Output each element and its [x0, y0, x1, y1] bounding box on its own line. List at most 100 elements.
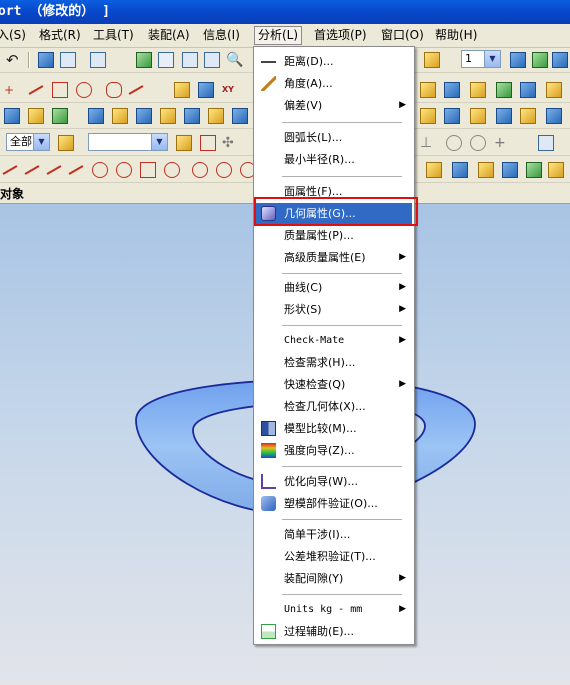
- menu-item-simple-interference[interactable]: 简单干涉(I)...: [256, 524, 412, 545]
- edge-icon[interactable]: [496, 82, 512, 98]
- menu-item-check-requirements[interactable]: 检查需求(H)...: [256, 352, 412, 373]
- menu-window[interactable]: 窗口(O): [378, 27, 427, 44]
- block-icon[interactable]: [4, 108, 20, 124]
- split-body-icon[interactable]: [520, 108, 536, 124]
- menu-item-min-radius[interactable]: 最小半径(R)...: [256, 149, 412, 170]
- layer-move-icon[interactable]: [552, 52, 568, 68]
- translucency-icon[interactable]: [548, 162, 564, 178]
- menu-item-deviation[interactable]: 偏差(V) ▶: [256, 95, 412, 116]
- feature-icon[interactable]: [420, 82, 436, 98]
- arc-icon[interactable]: [2, 165, 18, 175]
- coordinate-icon[interactable]: XY: [222, 82, 238, 98]
- shaded-icon[interactable]: [452, 162, 468, 178]
- snap-icon[interactable]: [424, 52, 440, 68]
- sketch-icon[interactable]: [174, 82, 190, 98]
- end-point-icon[interactable]: [164, 162, 180, 178]
- face-icon[interactable]: [470, 82, 486, 98]
- bridge-curve-icon[interactable]: [68, 165, 84, 175]
- menu-item-arc-length[interactable]: 圆弧长(L)...: [256, 127, 412, 148]
- shell-icon[interactable]: [520, 82, 536, 98]
- ellipse-icon[interactable]: [106, 82, 122, 98]
- menu-item-geometry-properties[interactable]: 几何属性(G)...: [256, 203, 412, 224]
- cone-icon[interactable]: [52, 108, 68, 124]
- menu-item-angle[interactable]: 角度(A)...: [256, 73, 412, 94]
- menu-item-mass-properties[interactable]: 质量属性(P)...: [256, 225, 412, 246]
- quadrant-point-icon[interactable]: [470, 135, 486, 151]
- view-triad-icon[interactable]: [538, 135, 554, 151]
- zoom-window-icon[interactable]: [182, 52, 198, 68]
- point-on-face-icon[interactable]: [116, 162, 132, 178]
- undo-icon[interactable]: ↶: [6, 52, 22, 68]
- sphere-icon[interactable]: [88, 108, 104, 124]
- menu-item-process-assist[interactable]: 过程辅助(E)...: [256, 621, 412, 642]
- sew-icon[interactable]: [546, 108, 562, 124]
- slot-icon[interactable]: [208, 108, 224, 124]
- circle-icon[interactable]: [76, 82, 92, 98]
- snap-point-icon[interactable]: [200, 135, 216, 151]
- pocket-icon[interactable]: [160, 108, 176, 124]
- body-icon[interactable]: [444, 82, 460, 98]
- menu-item-assembly-clearance[interactable]: 装配间隙(Y) ▶: [256, 568, 412, 589]
- menu-item-tolerance-stack[interactable]: 公差堆积验证(T)...: [256, 546, 412, 567]
- offset-curve-icon[interactable]: [46, 165, 62, 175]
- trim-body-icon[interactable]: [496, 108, 512, 124]
- selection-icon[interactable]: [90, 52, 106, 68]
- menu-preferences[interactable]: 首选项(P): [311, 27, 370, 44]
- menu-item-strength-wizard[interactable]: 强度向导(Z)...: [256, 440, 412, 461]
- menu-item-quick-check[interactable]: 快速检查(Q) ▶: [256, 374, 412, 395]
- point-on-curve-icon[interactable]: [92, 162, 108, 178]
- menu-tools[interactable]: 工具(T): [90, 27, 137, 44]
- groove-icon[interactable]: [232, 108, 248, 124]
- wireframe-icon[interactable]: [478, 162, 494, 178]
- menu-item-advanced-mass-properties[interactable]: 高级质量属性(E) ▶: [256, 247, 412, 268]
- menu-item-check-mate[interactable]: Check-Mate ▶: [256, 330, 412, 351]
- cross-icon[interactable]: ✣: [222, 135, 238, 151]
- copy-icon[interactable]: [38, 52, 54, 68]
- trim-icon[interactable]: [128, 85, 144, 95]
- intersection-point-icon[interactable]: +: [494, 135, 510, 151]
- blend-icon[interactable]: [546, 82, 562, 98]
- menu-item-model-compare[interactable]: 模型比较(M)...: [256, 418, 412, 439]
- hole-icon[interactable]: [112, 108, 128, 124]
- layer-settings-icon[interactable]: [510, 52, 526, 68]
- refresh-icon[interactable]: [136, 52, 152, 68]
- menu-item-examine-geometry[interactable]: 检查几何体(X)...: [256, 396, 412, 417]
- intersect-icon[interactable]: [470, 108, 486, 124]
- menu-assembly[interactable]: 装配(A): [145, 27, 193, 44]
- cylinder-icon[interactable]: [28, 108, 44, 124]
- fit-icon[interactable]: [158, 52, 174, 68]
- menu-item-distance[interactable]: 距离(D)...: [256, 51, 412, 72]
- menu-info[interactable]: 信息(I): [200, 27, 243, 44]
- menu-help[interactable]: 帮助(H): [432, 27, 480, 44]
- menu-item-face-properties[interactable]: 面属性(F)...: [256, 181, 412, 202]
- subtract-icon[interactable]: [444, 108, 460, 124]
- layer-visible-icon[interactable]: [532, 52, 548, 68]
- menu-analysis[interactable]: 分析(L): [254, 26, 303, 45]
- menu-item-shape[interactable]: 形状(S) ▶: [256, 299, 412, 320]
- arc-center-icon[interactable]: [192, 162, 208, 178]
- studio-icon[interactable]: [502, 162, 518, 178]
- menu-item-units[interactable]: Units kg - mm ▶: [256, 599, 412, 620]
- point-icon[interactable]: +: [4, 82, 20, 98]
- zoom-icon[interactable]: 🔍: [226, 52, 243, 68]
- pad-icon[interactable]: [184, 108, 200, 124]
- extrude-icon[interactable]: [198, 82, 214, 98]
- line-icon[interactable]: [28, 85, 44, 95]
- center-point-icon[interactable]: [446, 135, 462, 151]
- spline-icon[interactable]: [24, 165, 40, 175]
- face-analysis-icon[interactable]: [526, 162, 542, 178]
- menu-insert[interactable]: 入(S): [0, 27, 29, 44]
- select-all-icon[interactable]: [176, 135, 192, 151]
- menu-format[interactable]: 格式(R): [36, 27, 84, 44]
- layer-select[interactable]: 1 ▼: [461, 50, 501, 68]
- rectangle-icon[interactable]: [52, 82, 68, 98]
- unite-icon[interactable]: [420, 108, 436, 124]
- plane-icon[interactable]: ⊥: [420, 135, 436, 151]
- tangent-point-icon[interactable]: [216, 162, 232, 178]
- menu-item-optimization-wizard[interactable]: 优化向导(W)...: [256, 471, 412, 492]
- paste-icon[interactable]: [60, 52, 76, 68]
- filter-select[interactable]: 全部 ▼: [6, 133, 50, 151]
- midpoint-icon[interactable]: [140, 162, 156, 178]
- pan-icon[interactable]: [204, 52, 220, 68]
- selection-filter-select[interactable]: ▼: [88, 133, 168, 151]
